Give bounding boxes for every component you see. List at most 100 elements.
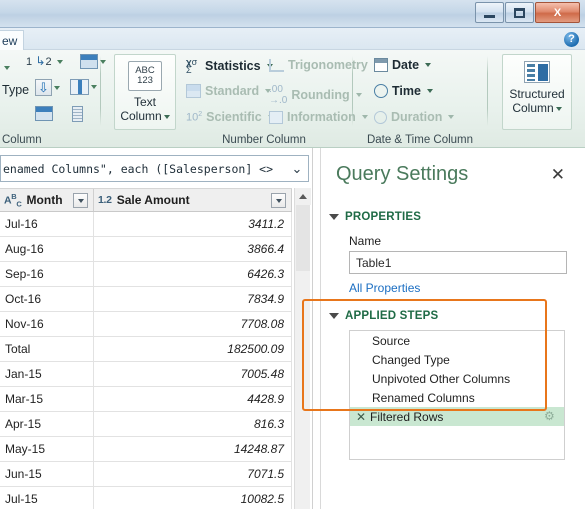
- applied-step-label: Unpivoted Other Columns: [372, 371, 511, 386]
- chevron-down-icon[interactable]: ⌄: [286, 161, 308, 177]
- table-row[interactable]: Jan-15 7005.48: [0, 362, 292, 387]
- table-row[interactable]: Aug-16 3866.4: [0, 237, 292, 262]
- cell-month[interactable]: May-15: [0, 437, 94, 461]
- cell-month[interactable]: Jul-16: [0, 212, 94, 236]
- ribbon-group-structured-column: Structured Column: [494, 50, 578, 148]
- formula-bar-input[interactable]: enamed Columns", each ([Salesperson] <>: [1, 162, 286, 176]
- column-filter-button-month[interactable]: [73, 193, 88, 208]
- cell-month[interactable]: Total: [0, 337, 94, 361]
- cell-sale-amount[interactable]: 6426.3: [94, 262, 292, 286]
- applied-steps-section-label: APPLIED STEPS: [345, 310, 439, 322]
- cell-sale-amount[interactable]: 182500.09: [94, 337, 292, 361]
- standard-menu[interactable]: Standard: [186, 84, 272, 98]
- query-name-input[interactable]: Table1: [349, 251, 567, 274]
- cell-month[interactable]: Mar-15: [0, 387, 94, 411]
- table-row[interactable]: Total 182500.09: [0, 337, 292, 362]
- help-icon[interactable]: ?: [564, 32, 579, 47]
- statistics-menu[interactable]: 𝛘σ Σ Statistics: [186, 57, 273, 75]
- rounding-menu[interactable]: .00 →.0 Rounding: [269, 84, 362, 106]
- gear-icon[interactable]: ⚙: [544, 410, 556, 422]
- close-button[interactable]: X: [535, 2, 580, 23]
- cell-month[interactable]: Sep-16: [0, 262, 94, 286]
- applied-step-label: Filtered Rows: [370, 409, 444, 424]
- fill-button[interactable]: [72, 106, 83, 122]
- duration-menu[interactable]: Duration: [374, 110, 455, 124]
- collapse-triangle-icon: [329, 214, 339, 220]
- minimize-button[interactable]: [475, 2, 504, 23]
- data-type-button[interactable]: ⇩: [35, 79, 60, 96]
- tab-view[interactable]: ew: [0, 30, 25, 50]
- text-column-button[interactable]: ABC 123 Text Column: [114, 54, 176, 130]
- group-by-button[interactable]: [35, 106, 53, 122]
- table-row[interactable]: Jul-15 10082.5: [0, 487, 292, 509]
- cell-month[interactable]: Jun-15: [0, 462, 94, 486]
- ribbon-group-number-column: 𝛘σ Σ Statistics Standard 102 Scientific T…: [184, 50, 380, 148]
- column-header-sale-amount-label: Sale Amount: [116, 193, 190, 207]
- ribbon-group-label-date-time-column: Date & Time Column: [366, 134, 474, 146]
- properties-section-header[interactable]: PROPERTIES: [329, 211, 421, 223]
- date-menu[interactable]: Date: [374, 58, 432, 72]
- cell-sale-amount[interactable]: 10082.5: [94, 487, 292, 509]
- cell-sale-amount[interactable]: 3866.4: [94, 237, 292, 261]
- applied-step-item[interactable]: Unpivoted Other Columns: [350, 369, 564, 388]
- minimize-icon: [484, 14, 495, 18]
- table-row[interactable]: Jun-15 7071.5: [0, 462, 292, 487]
- cell-sale-amount[interactable]: 7834.9: [94, 287, 292, 311]
- table-row[interactable]: Mar-15 4428.9: [0, 387, 292, 412]
- table-row[interactable]: Jul-16 3411.2: [0, 212, 292, 237]
- cell-sale-amount[interactable]: 816.3: [94, 412, 292, 436]
- cell-month[interactable]: Jul-15: [0, 487, 94, 509]
- applied-step-label: Changed Type: [372, 352, 450, 367]
- ribbon: 1 ↳2 Type ⇩ Column ABC 123 Text Column 𝛘…: [0, 50, 585, 148]
- split-column-button[interactable]: [80, 54, 106, 70]
- properties-section-label: PROPERTIES: [345, 211, 422, 223]
- standard-icon: [186, 84, 201, 98]
- name-label: Name: [349, 234, 382, 248]
- applied-step-item[interactable]: Renamed Columns: [350, 388, 564, 407]
- applied-step-item[interactable]: Source: [350, 331, 564, 350]
- time-menu[interactable]: Time: [374, 84, 433, 98]
- sort-desc-caret[interactable]: [2, 60, 10, 74]
- cell-month[interactable]: Jan-15: [0, 362, 94, 386]
- all-properties-link[interactable]: All Properties: [349, 281, 420, 295]
- table-row[interactable]: Apr-15 816.3: [0, 412, 292, 437]
- table-row[interactable]: May-15 14248.87: [0, 437, 292, 462]
- column-header-sale-amount[interactable]: 1.2 Sale Amount: [94, 189, 292, 211]
- cell-sale-amount[interactable]: 14248.87: [94, 437, 292, 461]
- title-bar: X: [0, 0, 585, 28]
- text-column-label: Text Column: [120, 95, 170, 123]
- maximize-button[interactable]: [505, 2, 534, 23]
- cell-sale-amount[interactable]: 4428.9: [94, 387, 292, 411]
- query-settings-pane: Query Settings ✕ PROPERTIES Name Table1 …: [320, 148, 585, 509]
- table-row[interactable]: Nov-16 7708.08: [0, 312, 292, 337]
- statistics-icon: 𝛘σ Σ: [186, 57, 198, 75]
- applied-step-item[interactable]: ✕ Filtered Rows ⚙: [350, 407, 564, 426]
- sort-asc-button[interactable]: 1 ↳2: [26, 54, 63, 68]
- cell-month[interactable]: Aug-16: [0, 237, 94, 261]
- close-icon[interactable]: ✕: [551, 166, 565, 183]
- cell-sale-amount[interactable]: 3411.2: [94, 212, 292, 236]
- structured-column-button[interactable]: Structured Column: [502, 54, 572, 130]
- x-delete-icon[interactable]: ✕: [356, 410, 370, 424]
- applied-steps-section-header[interactable]: APPLIED STEPS: [329, 310, 438, 322]
- scrollbar-thumb[interactable]: [296, 205, 310, 271]
- cell-month[interactable]: Apr-15: [0, 412, 94, 436]
- merge-columns-button[interactable]: [70, 79, 97, 95]
- column-header-month[interactable]: ABC Month: [0, 189, 94, 211]
- cell-sale-amount[interactable]: 7005.48: [94, 362, 292, 386]
- duration-icon: [374, 110, 387, 124]
- table-row[interactable]: Sep-16 6426.3: [0, 262, 292, 287]
- applied-step-item[interactable]: Changed Type: [350, 350, 564, 369]
- cell-month[interactable]: Nov-16: [0, 312, 94, 336]
- cell-sale-amount[interactable]: 7071.5: [94, 462, 292, 486]
- cell-sale-amount[interactable]: 7708.08: [94, 312, 292, 336]
- formula-bar[interactable]: enamed Columns", each ([Salesperson] <> …: [0, 155, 309, 182]
- grid-vertical-scrollbar[interactable]: [294, 188, 311, 509]
- scientific-menu[interactable]: 102 Scientific: [186, 110, 274, 124]
- table-row[interactable]: Oct-16 7834.9: [0, 287, 292, 312]
- window-controls: X: [475, 2, 580, 23]
- scroll-up-button[interactable]: [295, 188, 311, 205]
- column-filter-button-sale-amount[interactable]: [271, 193, 286, 208]
- cell-month[interactable]: Oct-16: [0, 287, 94, 311]
- ribbon-group-label-column: Column: [2, 134, 42, 146]
